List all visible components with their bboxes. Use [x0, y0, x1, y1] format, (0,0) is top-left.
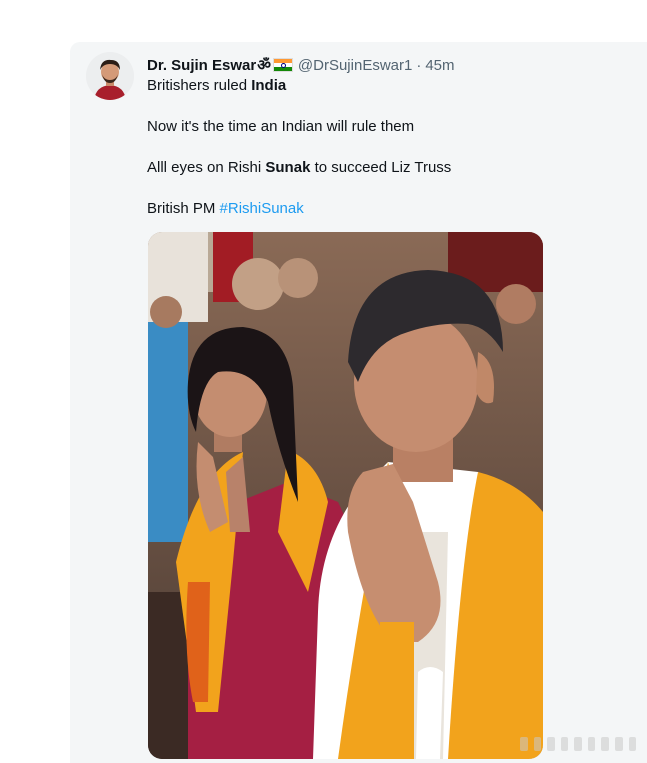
timestamp[interactable]: 45m [425, 57, 454, 74]
line3-text: Alll eyes on Rishi [147, 159, 266, 176]
line3-bold: Sunak [265, 159, 311, 176]
tweet-text-line-1: Britishers ruled India [147, 76, 286, 96]
tweet-text-line-2: Now it's the time an Indian will rule th… [147, 117, 414, 137]
tweet-header: Dr. Sujin Eswar ॐ @DrSujinEswar1 · 45m [147, 55, 455, 75]
avatar[interactable] [86, 52, 134, 100]
watermark-marks [520, 734, 637, 754]
line1-bold: India [251, 77, 287, 94]
om-symbol: ॐ [257, 57, 271, 74]
line2-text: Now it's the time an Indian will rule th… [147, 118, 415, 135]
tweet-text-line-3: Alll eyes on Rishi Sunak to succeed Liz … [147, 158, 451, 178]
india-flag-icon [272, 58, 293, 72]
line4-text: British PM [147, 200, 220, 217]
header-separator: · [416, 56, 422, 74]
line1-text: Britishers ruled [147, 77, 252, 94]
display-name[interactable]: Dr. Sujin Eswar [147, 57, 256, 74]
hashtag-link[interactable]: #RishiSunak [220, 200, 304, 217]
photo-illustration [148, 232, 543, 759]
avatar-image [86, 52, 134, 100]
user-handle[interactable]: @DrSujinEswar1 [298, 57, 412, 74]
line3-text-end: to succeed Liz Truss [310, 159, 452, 176]
tweet-photo[interactable] [148, 232, 543, 759]
tweet-text-line-4: British PM #RishiSunak [147, 199, 304, 219]
